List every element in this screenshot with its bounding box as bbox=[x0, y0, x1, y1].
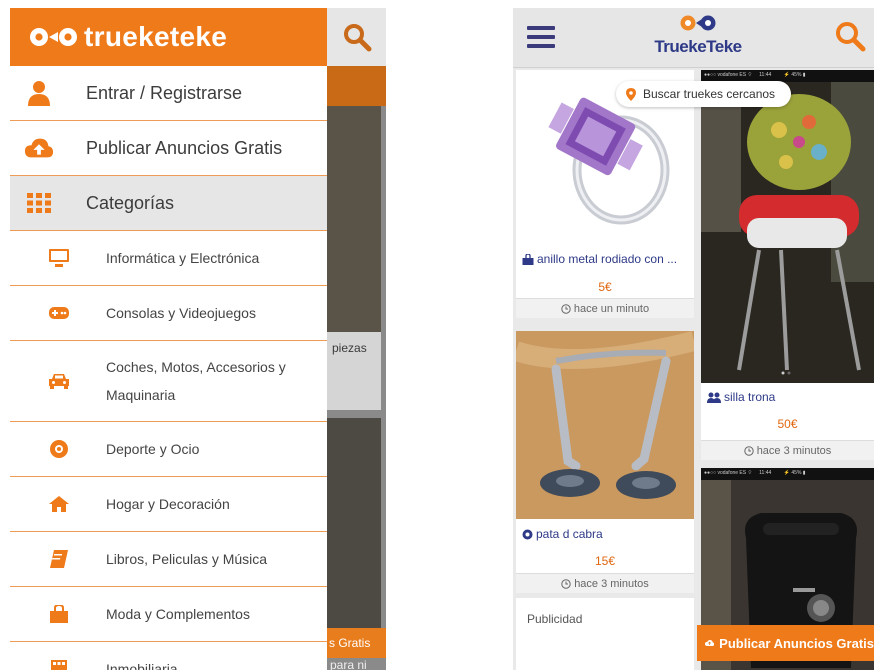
listing-image-training-wheels bbox=[513, 331, 697, 519]
clock-icon bbox=[561, 578, 571, 589]
logo-icon bbox=[680, 15, 716, 31]
listing-price: 5€ bbox=[598, 280, 612, 294]
category-libros[interactable]: Libros, Peliculas y Música bbox=[10, 532, 327, 587]
cloud-upload-icon bbox=[24, 136, 54, 160]
listing-price: 15€ bbox=[594, 554, 616, 568]
category-hogar[interactable]: Hogar y Decoración bbox=[10, 477, 327, 532]
listing-time-text: hace un minuto bbox=[573, 302, 650, 315]
phone-status-bar: ●●○○ vodafone ES ⌔ 11:44 ⚡ 45% ▮ bbox=[704, 72, 806, 78]
category-label: Deporte y Ocio bbox=[106, 441, 200, 457]
screenshot-root: piezas s Gratis para ni trueketeke Entra… bbox=[0, 0, 874, 670]
phone-status-bar: ●●○○ vodafone ES ⌔ 11:44 ⚡ 45% ▮ bbox=[704, 470, 806, 476]
shopping-bag-icon bbox=[46, 605, 72, 623]
nearby-search-chip[interactable]: Buscar truekes cercanos bbox=[616, 81, 791, 107]
app-header: TruekeTeke bbox=[513, 8, 874, 68]
drawer-header: trueketeke bbox=[10, 8, 327, 66]
listing-price: 50€ bbox=[777, 417, 798, 431]
clock-icon bbox=[743, 445, 754, 456]
listing-time: hace 3 minutos bbox=[516, 573, 694, 593]
listing-time: hace un minuto bbox=[516, 298, 694, 318]
publish-ad-button[interactable]: Publicar Anuncios Gratis bbox=[697, 625, 874, 661]
category-label: Consolas y Videojuegos bbox=[106, 305, 256, 321]
listing-card[interactable]: ●●○○ vodafone ES ⌔ 11:44 ⚡ 45% ▮ bbox=[701, 70, 874, 460]
menu-item-publish[interactable]: Publicar Anuncios Gratis bbox=[10, 121, 327, 176]
monitor-icon bbox=[46, 249, 72, 267]
user-icon bbox=[24, 80, 54, 106]
listing-image-high-chair: ●●○○ vodafone ES ⌔ 11:44 ⚡ 45% ▮ bbox=[701, 70, 874, 383]
category-deporte[interactable]: Deporte y Ocio bbox=[10, 422, 327, 477]
category-inmobiliaria[interactable]: Inmobiliaria bbox=[10, 642, 327, 670]
listing-title-text: anillo metal rodiado con ... bbox=[537, 252, 678, 266]
category-label: Coches, Motos, Accesorios y Maquinaria bbox=[106, 359, 286, 403]
advertisement-label: Publicidad bbox=[527, 612, 583, 626]
menu-item-publish-label: Publicar Anuncios Gratis bbox=[86, 137, 283, 158]
background-card-text-2: para ni bbox=[330, 658, 367, 670]
category-moda[interactable]: Moda y Complementos bbox=[10, 587, 327, 642]
soccer-ball-icon bbox=[522, 529, 533, 539]
listing-title-text: silla trona bbox=[724, 390, 776, 404]
brand-name: trueketeke bbox=[84, 21, 228, 52]
menu-item-categories-label: Categorías bbox=[86, 192, 175, 213]
menu-item-login-label: Entrar / Registrarse bbox=[86, 82, 243, 103]
navigation-drawer: trueketeke Entrar / Registrarse Publicar… bbox=[10, 8, 327, 670]
background-orange-strip bbox=[327, 66, 386, 106]
gamepad-icon bbox=[46, 307, 72, 319]
listing-title-text: pata d cabra bbox=[536, 527, 603, 541]
menu-item-categories[interactable]: Categorías bbox=[10, 176, 327, 231]
category-informatica[interactable]: Informática y Electrónica bbox=[10, 231, 327, 286]
logo-icon bbox=[30, 28, 77, 46]
menu-item-login[interactable]: Entrar / Registrarse bbox=[10, 66, 327, 121]
category-label: Hogar y Decoración bbox=[106, 496, 230, 512]
listing-card[interactable]: anillo metal rodiado con ... 5€ hace un … bbox=[516, 70, 694, 318]
people-icon bbox=[707, 392, 721, 403]
clock-icon bbox=[561, 303, 571, 314]
search-icon[interactable] bbox=[342, 22, 372, 52]
background-card-text: piezas bbox=[332, 341, 367, 355]
soccer-ball-icon bbox=[46, 439, 72, 459]
listing-time-text: hace 3 minutos bbox=[574, 577, 649, 590]
building-icon bbox=[46, 660, 72, 670]
listing-card[interactable]: pata d cabra 15€ hace 3 minutos bbox=[513, 331, 697, 593]
nearby-search-label: Buscar truekes cercanos bbox=[643, 87, 776, 101]
background-card-image-2 bbox=[327, 418, 381, 628]
car-icon bbox=[46, 373, 72, 389]
shopping-bag-icon bbox=[522, 253, 534, 265]
listing-time: hace 3 minutos bbox=[701, 440, 874, 460]
listing-title[interactable]: silla trona bbox=[701, 390, 874, 404]
background-publish-button: s Gratis bbox=[327, 628, 386, 658]
category-coches[interactable]: Coches, Motos, Accesorios y Maquinaria bbox=[10, 341, 327, 422]
book-icon bbox=[46, 550, 72, 568]
publish-ad-label: Publicar Anuncios Gratis bbox=[719, 635, 874, 651]
search-icon[interactable] bbox=[834, 20, 866, 52]
listing-title[interactable]: pata d cabra bbox=[516, 527, 694, 541]
app-logo[interactable]: TruekeTeke bbox=[643, 14, 753, 62]
hamburger-menu-icon[interactable] bbox=[527, 26, 555, 48]
category-consolas[interactable]: Consolas y Videojuegos bbox=[10, 286, 327, 341]
category-label: Libros, Peliculas y Música bbox=[106, 551, 268, 567]
category-label: Informática y Electrónica bbox=[106, 250, 260, 266]
app-brand-name: TruekeTeke bbox=[654, 37, 742, 56]
grid-icon bbox=[24, 193, 54, 213]
left-phone-screen: piezas s Gratis para ni trueketeke Entra… bbox=[10, 8, 386, 670]
advertisement-slot: Publicidad bbox=[516, 598, 694, 670]
home-icon bbox=[46, 496, 72, 512]
category-label: Inmobiliaria bbox=[106, 661, 178, 670]
listing-title[interactable]: anillo metal rodiado con ... bbox=[516, 252, 694, 266]
category-label: Moda y Complementos bbox=[106, 606, 250, 622]
right-phone-screen: TruekeTeke anillo metal rodiado con ... … bbox=[513, 8, 874, 670]
cloud-upload-icon bbox=[705, 639, 715, 647]
listing-time-text: hace 3 minutos bbox=[756, 444, 832, 457]
background-card-image bbox=[327, 106, 381, 332]
location-pin-icon bbox=[626, 87, 636, 101]
